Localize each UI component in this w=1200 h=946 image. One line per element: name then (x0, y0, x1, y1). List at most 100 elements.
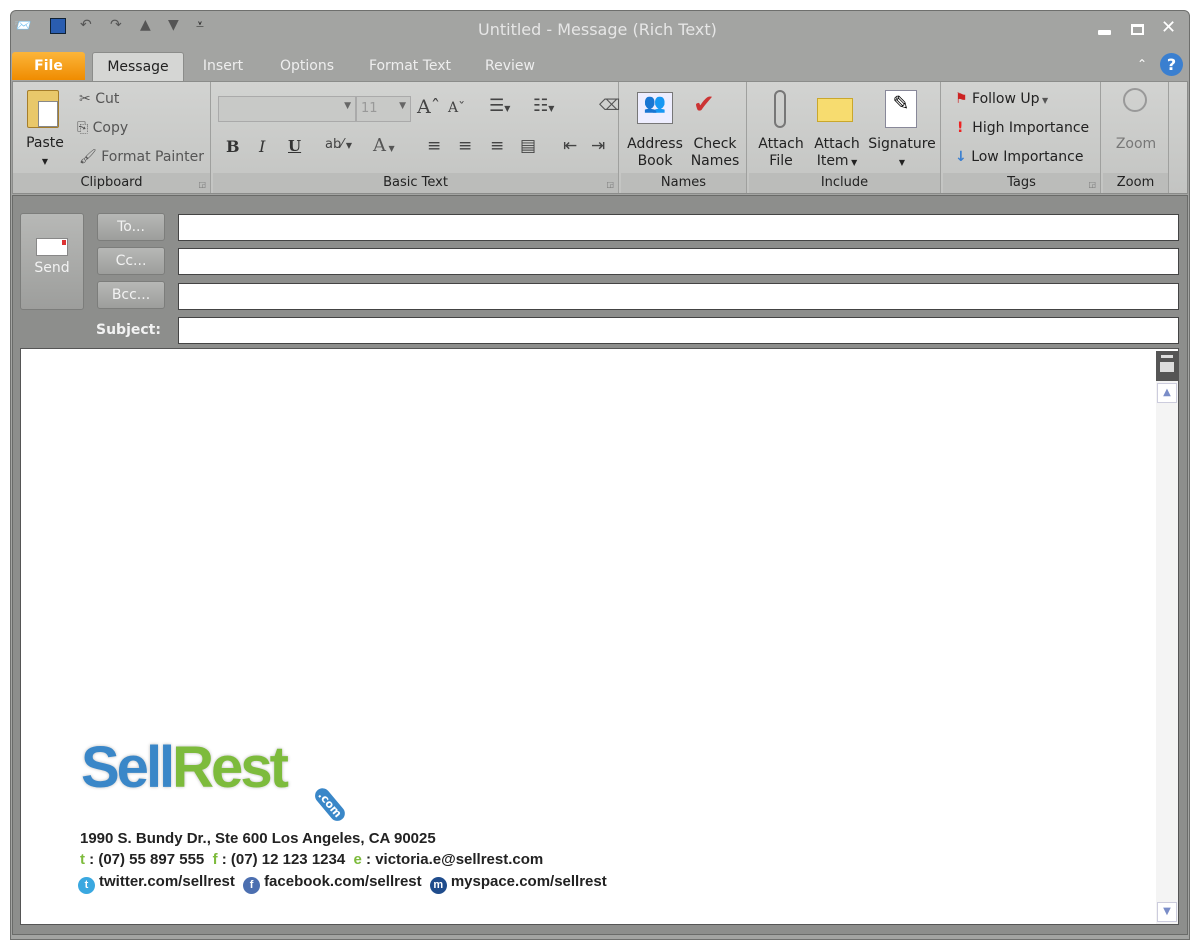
attach-item-button[interactable]: AttachItem ▼ (811, 136, 863, 171)
font-name-select[interactable]: ▼ (218, 96, 356, 122)
paste-icon (27, 90, 59, 128)
tab-options[interactable]: Options (270, 52, 344, 80)
maximize-icon[interactable] (1131, 24, 1144, 35)
justify-icon[interactable]: ▤ (520, 136, 536, 156)
save-icon[interactable] (50, 18, 66, 34)
names-group: 👥 ✔ AddressBook CheckNames Names (621, 82, 747, 193)
underline-button[interactable]: U (288, 137, 301, 155)
high-importance-button[interactable]: ! High Importance (957, 120, 1089, 136)
exclamation-icon: ! (957, 120, 963, 136)
bullets-icon[interactable]: ☰▼ (489, 96, 510, 116)
decrease-indent-icon[interactable]: ⇤ (563, 136, 577, 156)
envelope-icon (817, 98, 853, 122)
message-body[interactable]: ▲ ▼ SellRest .com 1990 S. Bundy Dr., Ste… (20, 348, 1179, 925)
paperclip-icon (774, 90, 786, 128)
vertical-scrollbar[interactable] (1156, 381, 1178, 924)
highlight-icon[interactable]: ab⁄ ▼ (325, 137, 352, 152)
font-color-icon[interactable]: A ▼ (373, 135, 395, 156)
window-title: Untitled - Message (Rich Text) (478, 20, 717, 39)
sellrest-logo: SellRest (81, 734, 286, 801)
low-importance-button[interactable]: ↓ Low Importance (955, 149, 1083, 165)
minimize-icon[interactable] (1098, 30, 1111, 35)
myspace-link[interactable]: myspace.com/sellrest (451, 873, 607, 890)
copy-button[interactable]: ⎘ Copy (77, 120, 128, 136)
check-names-icon: ✔ (693, 90, 715, 120)
numbering-icon[interactable]: ☷▼ (533, 96, 554, 116)
send-button[interactable]: Send (20, 213, 84, 310)
attach-file-button[interactable]: AttachFile (755, 136, 807, 170)
logo-com-tag: .com (312, 785, 348, 824)
signature-address: 1990 S. Bundy Dr., Ste 600 Los Angeles, … (80, 830, 436, 847)
signature-icon: ✎ (885, 90, 917, 128)
cc-field[interactable] (178, 248, 1179, 275)
check-names-button[interactable]: CheckNames (687, 136, 743, 170)
basic-text-label: Basic Text◲ (213, 173, 618, 193)
grow-font-icon[interactable]: Aˆ (417, 96, 440, 118)
facebook-link[interactable]: facebook.com/sellrest (264, 873, 422, 890)
shrink-font-icon[interactable]: Aˇ (448, 100, 465, 116)
signature-button[interactable]: Signature▼ (865, 136, 939, 171)
send-envelope-icon (36, 238, 68, 256)
email-link[interactable]: : victoria.e@sellrest.com (366, 851, 543, 868)
paste-button[interactable]: Paste▼ (25, 135, 65, 170)
down-arrow-icon: ↓ (955, 149, 967, 165)
italic-button[interactable]: I (259, 137, 265, 156)
flag-icon: ⚑ (955, 91, 968, 107)
subject-field[interactable] (178, 317, 1179, 344)
twitter-link[interactable]: twitter.com/sellrest (99, 873, 235, 890)
follow-up-button[interactable]: ⚑ Follow Up ▼ (955, 91, 1048, 107)
names-label: Names (621, 173, 746, 193)
tab-insert[interactable]: Insert (193, 52, 253, 80)
paste-label: Paste (26, 135, 64, 151)
tab-review[interactable]: Review (476, 52, 544, 80)
dialog-launcher-icon[interactable]: ◲ (606, 180, 614, 189)
customize-toolbar-icon[interactable]: ⩡ (196, 17, 204, 33)
clipboard-group: Paste▼ ✂ Cut ⎘ Copy 🖌 Format Painter Cli… (13, 82, 211, 193)
scroll-down-icon[interactable]: ▼ (1157, 902, 1177, 922)
zoom-group: Zoom Zoom (1103, 82, 1169, 193)
include-group: ✎ AttachFile AttachItem ▼ Signature▼ Inc… (749, 82, 941, 193)
signature-contacts: t : (07) 55 897 555 f : (07) 12 123 1234… (80, 851, 543, 868)
tab-message[interactable]: Message (92, 52, 184, 83)
tags-group: ⚑ Follow Up ▼ ! High Importance ↓ Low Im… (943, 82, 1101, 193)
cut-label: Cut (95, 91, 119, 107)
bcc-field[interactable] (178, 283, 1179, 310)
collapse-ribbon-icon[interactable]: ⌃ (1137, 57, 1147, 71)
scroll-up-icon[interactable]: ▲ (1157, 383, 1177, 403)
dialog-launcher-icon[interactable]: ◲ (1088, 180, 1096, 189)
clear-formatting-icon[interactable]: ⌫ (599, 96, 620, 114)
cc-button[interactable]: Cc... (97, 247, 165, 275)
align-center-icon[interactable]: ≡ (458, 136, 472, 156)
zoom-label: Zoom (1103, 173, 1168, 193)
close-icon[interactable]: ✕ (1161, 17, 1176, 38)
dialog-launcher-icon[interactable]: ◲ (198, 180, 206, 189)
send-label: Send (21, 260, 83, 276)
bcc-button[interactable]: Bcc... (97, 281, 165, 309)
help-icon[interactable]: ? (1160, 53, 1183, 76)
bold-button[interactable]: B (226, 137, 240, 156)
increase-indent-icon[interactable]: ⇥ (591, 136, 605, 156)
magnifier-icon (1123, 88, 1147, 112)
to-field[interactable] (178, 214, 1179, 241)
clipboard-label: Clipboard◲ (13, 173, 210, 193)
copy-label: Copy (93, 120, 129, 136)
next-item-icon[interactable]: ▼ (168, 17, 179, 33)
font-size-select[interactable]: 11▼ (356, 96, 411, 122)
tab-format-text[interactable]: Format Text (360, 52, 460, 80)
to-button[interactable]: To... (97, 213, 165, 241)
address-book-icon: 👥 (637, 92, 673, 124)
redo-icon[interactable]: ↷ (110, 17, 122, 33)
format-painter-button[interactable]: 🖌 Format Painter (79, 149, 204, 165)
align-right-icon[interactable]: ≡ (490, 136, 504, 156)
tab-file[interactable]: File (12, 52, 85, 80)
align-left-icon[interactable]: ≡ (427, 136, 441, 156)
cut-button[interactable]: ✂ Cut (79, 91, 119, 107)
previous-item-icon[interactable]: ▲ (140, 17, 151, 33)
ruler-toggle-icon[interactable] (1156, 351, 1178, 381)
address-book-button[interactable]: AddressBook (625, 136, 685, 170)
undo-icon[interactable]: ↶ (80, 17, 92, 33)
subject-label: Subject: (96, 322, 161, 338)
outlook-app-icon[interactable]: 📨 (14, 18, 31, 34)
format-painter-label: Format Painter (101, 149, 204, 165)
zoom-button[interactable]: Zoom (1103, 136, 1169, 153)
